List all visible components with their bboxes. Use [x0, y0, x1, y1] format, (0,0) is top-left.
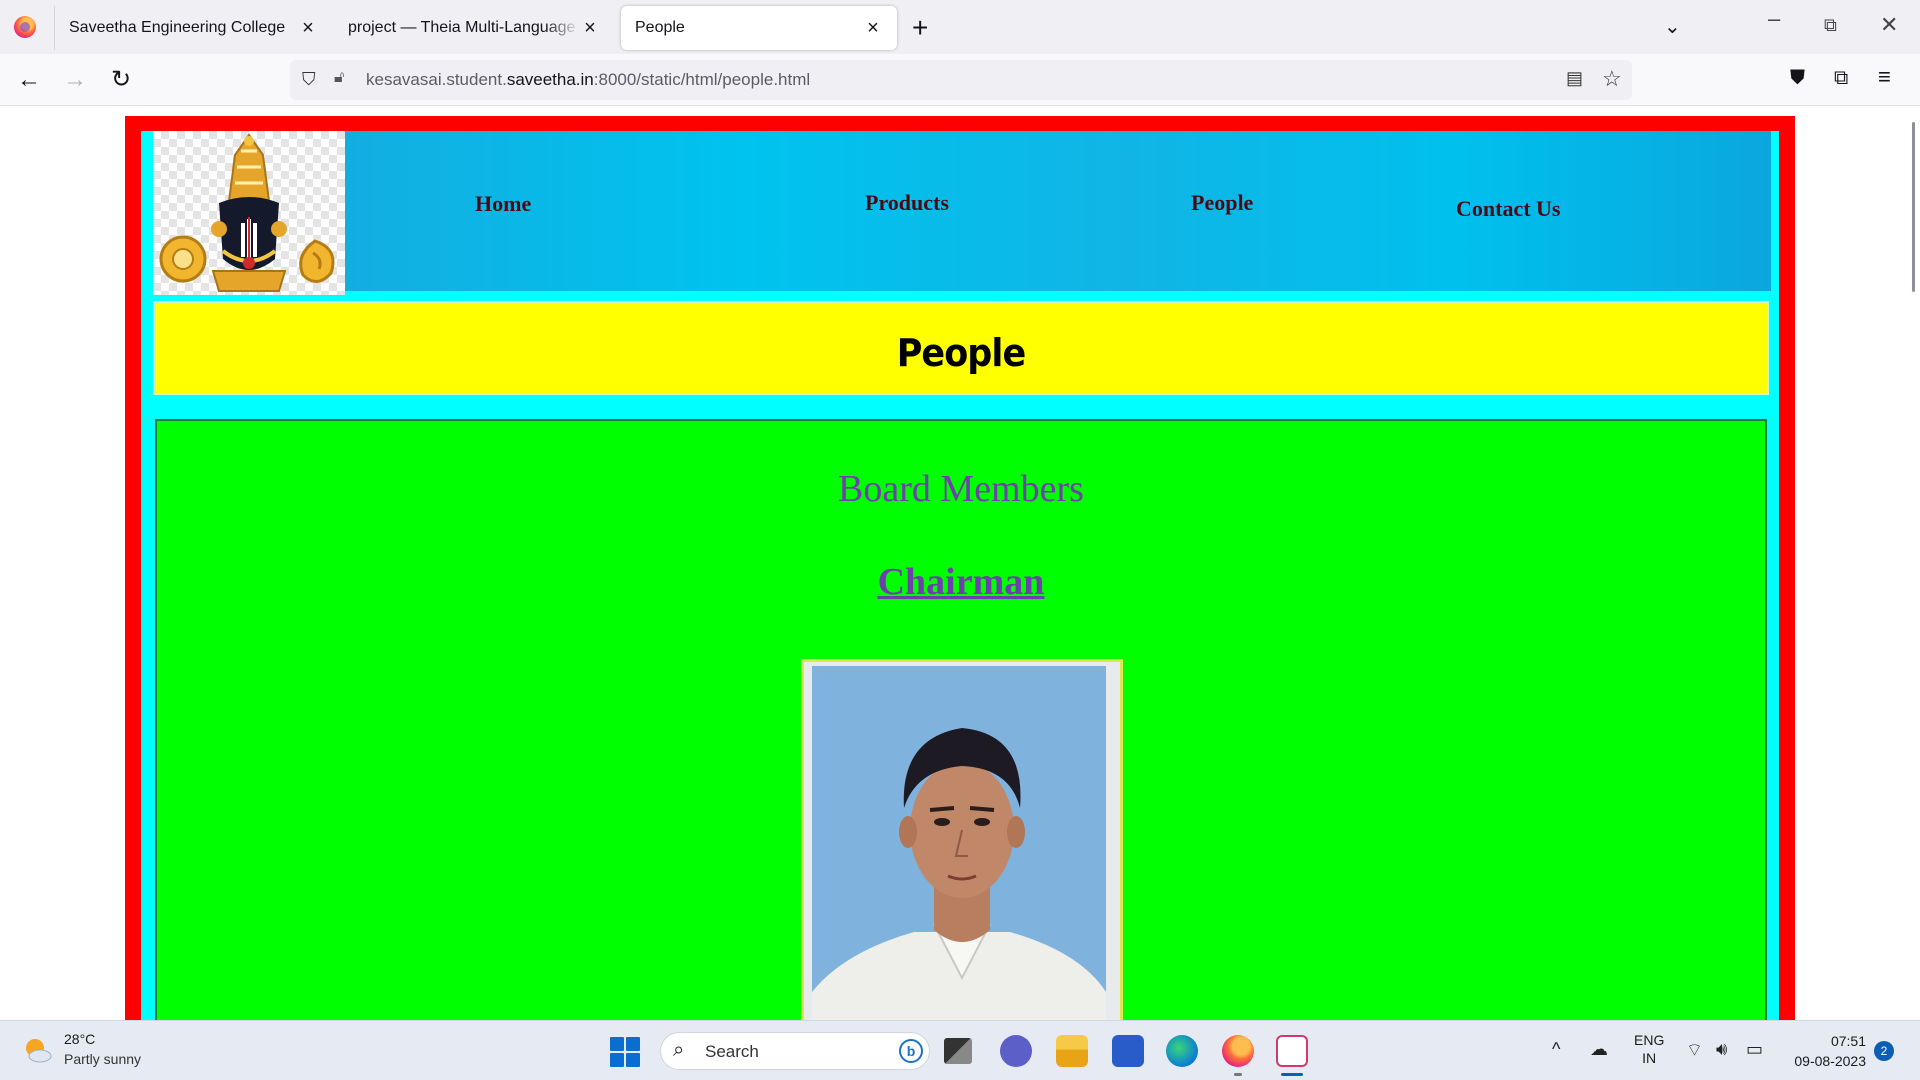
tab-saveetha[interactable]: Saveetha Engineering College ×	[54, 6, 332, 50]
wifi-icon[interactable]: ⌔	[1686, 1039, 1703, 1062]
pocket-icon[interactable]: ⛊	[1790, 67, 1805, 90]
board-members-section: Board Members Chairman	[155, 419, 1767, 1020]
site-logo	[153, 131, 345, 295]
onedrive-cloud-icon[interactable]: ☁︎	[1590, 1039, 1608, 1060]
chairman-portrait-image	[804, 662, 1120, 1020]
firefox-taskbar-icon[interactable]	[1222, 1035, 1254, 1067]
tab-title: Saveetha Engineering College	[69, 19, 286, 36]
language-code: ENG	[1634, 1032, 1665, 1048]
clock-date: 09-08-2023	[1794, 1053, 1866, 1069]
back-arrow-icon[interactable]: ←	[14, 66, 44, 94]
forward-arrow-icon[interactable]: →	[60, 66, 90, 94]
taskbar-search-box[interactable]: ⌕ Search b	[660, 1032, 930, 1070]
tab-title: project — Theia Multi-Language Explorer	[348, 19, 580, 36]
search-icon: ⌕	[673, 1039, 685, 1061]
hamburger-menu-icon[interactable]: ≡	[1878, 64, 1891, 90]
tab-project[interactable]: project — Theia Multi-Language Explorer …	[334, 6, 614, 50]
edge-browser-icon[interactable]	[1166, 1035, 1198, 1067]
nav-link-people[interactable]: People	[1191, 190, 1253, 216]
input-language-indicator[interactable]: ENG IN	[1634, 1031, 1664, 1067]
task-view-icon[interactable]	[944, 1038, 972, 1064]
site-nav-banner: Home Products People Contact Us	[345, 131, 1771, 291]
nav-link-home[interactable]: Home	[475, 191, 531, 217]
new-tab-plus-icon[interactable]: +	[912, 12, 928, 44]
site-header: Home Products People Contact Us	[141, 131, 1779, 295]
tab-people-active[interactable]: People ×	[621, 6, 897, 50]
close-tab-icon[interactable]: ×	[863, 17, 883, 40]
close-window-icon[interactable]: ✕	[1880, 12, 1898, 38]
firefox-logo-icon[interactable]	[14, 16, 36, 38]
firefox-running-indicator	[1234, 1073, 1242, 1076]
chairman-photo	[801, 659, 1123, 1020]
browser-navigation-bar: ← → ↻ ⛉ 🔓︎ kesavasai.student.saveetha.in…	[0, 54, 1920, 106]
url-prefix: kesavasai.student.	[366, 70, 507, 89]
tracking-protection-shield-icon[interactable]: ⛉	[302, 69, 316, 90]
nav-link-products[interactable]: Products	[865, 190, 949, 216]
windows-taskbar: 28°C Partly sunny ⌕ Search b ^ ☁︎ ENG IN…	[0, 1020, 1920, 1080]
url-host: saveetha.in	[506, 70, 594, 89]
search-label: Search	[705, 1042, 759, 1061]
section-heading: Board Members	[838, 468, 1084, 510]
close-tab-icon[interactable]: ×	[298, 17, 318, 40]
battery-icon[interactable]: ▭	[1746, 1039, 1763, 1060]
region-code: IN	[1642, 1050, 1657, 1066]
partly-sunny-weather-icon[interactable]	[22, 1035, 52, 1065]
minimize-window-icon[interactable]: –	[1768, 6, 1780, 32]
teams-chat-icon[interactable]	[1000, 1035, 1032, 1067]
clock-time: 07:51	[1830, 1033, 1866, 1049]
nav-link-contact-us[interactable]: Contact Us	[1456, 196, 1561, 222]
url-suffix: :8000/static/html/people.html	[593, 70, 811, 89]
deity-logo-icon	[159, 133, 335, 292]
weather-temperature[interactable]: 28°C	[64, 1031, 95, 1047]
snipping-tool-icon[interactable]	[1276, 1035, 1308, 1067]
notification-count-badge[interactable]: 2	[1874, 1041, 1894, 1061]
close-tab-icon[interactable]: ×	[580, 17, 600, 40]
reader-view-icon[interactable]: ▤	[1566, 68, 1583, 89]
address-bar[interactable]: ⛉ 🔓︎ kesavasai.student.saveetha.in:8000/…	[290, 60, 1632, 100]
bookmark-star-icon[interactable]: ☆	[1602, 66, 1622, 92]
browser-tab-bar: Saveetha Engineering College × project —…	[0, 0, 1920, 54]
vertical-scrollbar[interactable]	[1912, 122, 1915, 292]
cyan-page-container: Home Products People Contact Us People B…	[141, 131, 1779, 1020]
show-hidden-icons-chevron-icon[interactable]: ^	[1552, 1039, 1560, 1060]
insecure-lock-icon[interactable]: 🔓︎	[334, 69, 344, 87]
system-clock[interactable]: 07:51 09-08-2023	[1786, 1031, 1866, 1071]
url-text[interactable]: kesavasai.student.saveetha.in:8000/stati…	[366, 70, 810, 90]
reload-icon[interactable]: ↻	[106, 66, 136, 94]
list-all-tabs-chevron-icon[interactable]: ⌄	[1664, 14, 1681, 39]
snipping-tool-active-indicator	[1281, 1073, 1303, 1076]
volume-icon[interactable]: 🔊︎	[1716, 1039, 1727, 1060]
restore-window-icon[interactable]: ⧉	[1824, 15, 1837, 36]
page-title-band: People	[153, 301, 1769, 395]
windows-start-icon[interactable]	[610, 1037, 640, 1067]
microsoft-store-icon[interactable]	[1112, 1035, 1144, 1067]
extensions-puzzle-icon[interactable]: ⧉	[1834, 67, 1848, 90]
file-explorer-icon[interactable]	[1056, 1035, 1088, 1067]
page-viewport[interactable]: Home Products People Contact Us People B…	[0, 107, 1920, 1020]
page-title: People	[896, 331, 1026, 375]
chairman-heading: Chairman	[877, 561, 1045, 603]
tab-title: People	[635, 19, 685, 36]
red-page-frame: Home Products People Contact Us People B…	[125, 116, 1795, 1020]
weather-description[interactable]: Partly sunny	[64, 1051, 141, 1067]
bing-icon[interactable]: b	[899, 1039, 923, 1063]
